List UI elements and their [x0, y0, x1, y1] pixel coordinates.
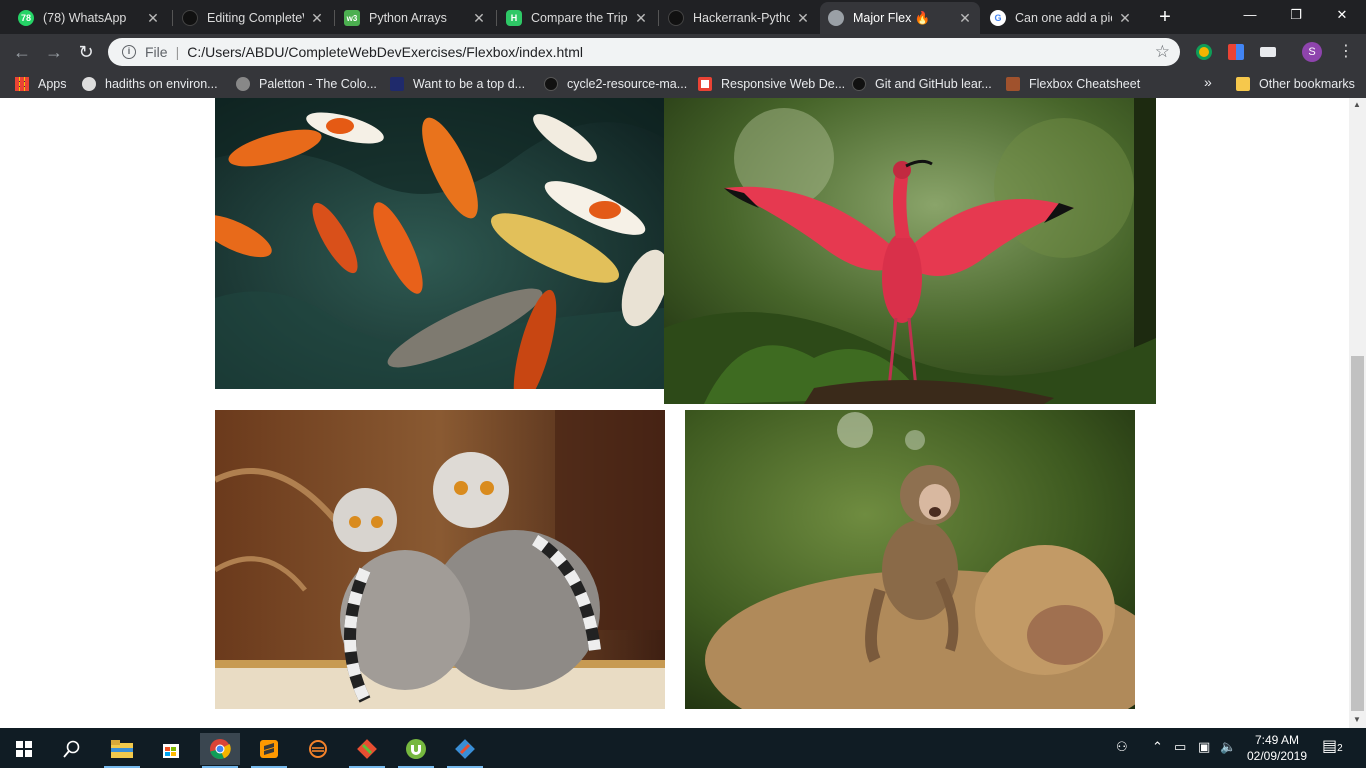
forward-arrow-icon[interactable]: →: [42, 40, 66, 64]
url-text[interactable]: C:/Users/ABDU/CompleteWebDevExercises/Fl…: [187, 44, 583, 60]
git-icon[interactable]: [347, 733, 387, 768]
volume-icon[interactable]: 🔈: [1220, 739, 1236, 755]
github-icon: [544, 77, 558, 91]
tab-editing[interactable]: Editing CompleteW ✕: [174, 2, 332, 34]
minimize-button[interactable]: —: [1230, 4, 1270, 26]
menu-dots-icon[interactable]: ⋮: [1338, 40, 1354, 64]
tab-major-flex[interactable]: Major Flex 🔥 ✕: [820, 2, 980, 34]
eclipse-icon[interactable]: [298, 733, 338, 765]
hackerrank-icon: H: [506, 10, 522, 26]
close-tab-icon[interactable]: ✕: [146, 10, 160, 27]
cast-icon[interactable]: [1260, 47, 1276, 57]
github-icon: [182, 10, 198, 26]
google-icon: G: [990, 10, 1006, 26]
chrome-icon[interactable]: [200, 733, 240, 768]
git-gui-icon[interactable]: [445, 733, 485, 768]
tab-title: Hackerrank-Python: [693, 11, 790, 25]
close-window-button[interactable]: ✕: [1322, 4, 1362, 26]
file-explorer-icon[interactable]: [102, 733, 142, 768]
globe-icon: [828, 10, 844, 26]
restore-button[interactable]: ❐: [1276, 4, 1316, 26]
clock-date: 02/09/2019: [1246, 749, 1308, 763]
scrollbar-thumb[interactable]: [1351, 356, 1364, 711]
tab-title: Python Arrays: [369, 11, 447, 25]
bookmark-git[interactable]: Git and GitHub lear...: [852, 74, 992, 94]
tab-hackerrank-python[interactable]: Hackerrank-Python ✕: [660, 2, 818, 34]
info-icon[interactable]: i: [122, 45, 136, 59]
close-tab-icon[interactable]: ✕: [958, 10, 972, 27]
tab-title: Editing CompleteW: [207, 11, 304, 25]
store-icon[interactable]: [151, 733, 191, 765]
bookmark-responsive[interactable]: Responsive Web De...: [698, 74, 845, 94]
koi-fish-image: [215, 98, 664, 389]
bookmark-star-icon[interactable]: ☆: [1155, 42, 1170, 62]
tab-title: (78) WhatsApp: [43, 11, 127, 25]
more-bookmarks-chevron-icon[interactable]: »: [1204, 74, 1212, 90]
scarlet-ibis-image: [664, 98, 1156, 404]
scroll-down-arrow-icon[interactable]: ▼: [1353, 715, 1361, 724]
paletton-icon: [236, 77, 250, 91]
close-tab-icon[interactable]: ✕: [1118, 10, 1132, 27]
apps-grid-icon: [15, 77, 29, 91]
browser-toolbar: ← → ↻ i File | C:/Users/ABDU/CompleteWeb…: [0, 34, 1366, 70]
bookmark-hadiths[interactable]: hadiths on environ...: [82, 74, 218, 94]
windows-taskbar: ⚇ ⌃ ▭ ▣ 🔈 7:49 AM 02/09/2019 ▤2: [0, 728, 1366, 768]
w3schools-icon: w3: [344, 10, 360, 26]
clock-time: 7:49 AM: [1254, 733, 1300, 747]
codeacademy-icon: [390, 77, 404, 91]
utorrent-icon[interactable]: [396, 733, 436, 768]
barbary-macaques-image: [685, 410, 1135, 709]
bookmark-flexbox[interactable]: Flexbox Cheatsheet: [1006, 74, 1140, 94]
system-clock[interactable]: 7:49 AM 02/09/2019: [1238, 732, 1316, 764]
whatsapp-icon: 78: [18, 10, 34, 26]
ring-tailed-lemurs-image: [215, 410, 665, 709]
new-tab-button[interactable]: +: [1154, 6, 1176, 28]
sublime-icon[interactable]: [249, 733, 289, 768]
folder-icon: [1236, 77, 1250, 91]
tab-whatsapp[interactable]: 78 (78) WhatsApp ✕: [10, 2, 168, 34]
network-icon[interactable]: ▣: [1198, 739, 1210, 755]
tab-title: Major Flex 🔥: [853, 10, 931, 25]
people-icon[interactable]: ⚇: [1116, 739, 1128, 755]
bookmark-paletton[interactable]: Paletton - The Colo...: [236, 74, 377, 94]
notification-count: 2: [1337, 743, 1343, 754]
tab-add-pic[interactable]: G Can one add a pic ✕: [982, 2, 1140, 34]
close-tab-icon[interactable]: ✕: [634, 10, 648, 27]
profile-avatar[interactable]: S: [1302, 42, 1322, 62]
start-icon[interactable]: [4, 733, 44, 765]
tab-strip: 78 (78) WhatsApp ✕ Editing CompleteW ✕ w…: [0, 0, 1366, 34]
bookmarks-bar: Apps hadiths on environ... Paletton - Th…: [0, 70, 1366, 98]
page-viewport: ▲ ▼: [0, 98, 1366, 728]
github-icon: [852, 77, 866, 91]
back-arrow-icon[interactable]: ←: [10, 40, 34, 64]
cheatsheet-icon: [1006, 77, 1020, 91]
other-bookmarks[interactable]: Other bookmarks: [1236, 74, 1355, 94]
extension-icon[interactable]: [1196, 44, 1212, 60]
close-tab-icon[interactable]: ✕: [796, 10, 810, 27]
freecodecamp-icon: [698, 77, 712, 91]
bookmark-apps[interactable]: Apps: [15, 74, 67, 94]
reload-icon[interactable]: ↻: [74, 40, 98, 64]
globe-icon: [82, 77, 96, 91]
close-tab-icon[interactable]: ✕: [472, 10, 486, 27]
file-label: File: [145, 44, 168, 60]
tab-python-arrays[interactable]: w3 Python Arrays ✕: [336, 2, 494, 34]
battery-icon[interactable]: ▭: [1174, 739, 1186, 755]
extension-icon[interactable]: [1228, 44, 1244, 60]
address-bar[interactable]: i File | C:/Users/ABDU/CompleteWebDevExe…: [108, 38, 1180, 66]
tray-chevron-up-icon[interactable]: ⌃: [1152, 739, 1163, 755]
close-tab-icon[interactable]: ✕: [310, 10, 324, 27]
search-icon[interactable]: [52, 733, 92, 765]
bookmark-top-dev[interactable]: Want to be a top d...: [390, 74, 525, 94]
tab-title: Compare the Triple: [531, 11, 628, 25]
notifications-icon[interactable]: ▤2: [1322, 736, 1343, 756]
github-icon: [668, 10, 684, 26]
bookmark-cycle2[interactable]: cycle2-resource-ma...: [544, 74, 687, 94]
scroll-up-arrow-icon[interactable]: ▲: [1353, 100, 1361, 109]
tab-compare-triple[interactable]: H Compare the Triple ✕: [498, 2, 656, 34]
tab-title: Can one add a pic: [1015, 11, 1112, 25]
